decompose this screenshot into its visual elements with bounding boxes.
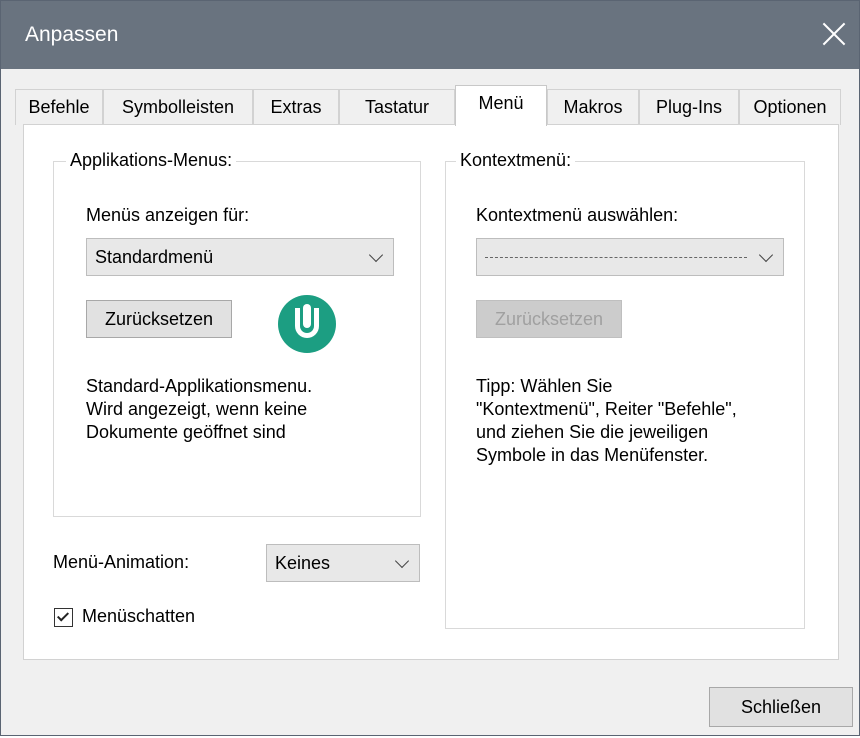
select-context-menu-label: Kontextmenü auswählen: <box>476 205 679 225</box>
show-menus-for-select[interactable]: Standardmenü <box>86 238 394 276</box>
context-menu-empty-value <box>485 257 747 258</box>
show-menus-for-value: Standardmenü <box>95 247 214 267</box>
tab-makros[interactable]: Makros <box>547 89 639 125</box>
tab-tastatur[interactable]: Tastatur <box>339 89 455 125</box>
reset-context-menu-button: Zurücksetzen <box>476 300 622 338</box>
context-menu-tip: Tipp: Wählen Sie "Kontextmenü", Reiter "… <box>476 376 737 465</box>
tab-plug-ins[interactable]: Plug-Ins <box>639 89 739 125</box>
menu-shadow-label: Menüschatten <box>82 606 196 626</box>
chevron-down-icon <box>758 247 774 263</box>
context-menu-group-title: Kontextmenü: <box>456 150 576 171</box>
reset-app-menu-button[interactable]: Zurücksetzen <box>86 300 232 338</box>
tab-befehle[interactable]: Befehle <box>15 89 103 125</box>
chevron-down-icon <box>368 247 384 263</box>
tab-menue[interactable]: Menü <box>455 85 547 126</box>
menu-shadow-checkbox[interactable] <box>54 608 73 627</box>
tab-extras[interactable]: Extras <box>253 89 339 125</box>
app-menus-group-title: Applikations-Menus: <box>66 150 237 171</box>
menu-animation-label: Menü-Animation: <box>53 552 190 572</box>
menu-animation-select[interactable]: Keines <box>266 544 420 582</box>
app-menu-description: Standard-Applikationsmenu. Wird angezeig… <box>86 376 313 442</box>
close-button[interactable]: Schließen <box>709 687 853 727</box>
title-bar: Anpassen <box>1 1 859 69</box>
menu-animation-value: Keines <box>275 553 331 573</box>
customize-dialog: Anpassen Befehle Symbolleisten Extras Ta… <box>0 0 860 736</box>
checkmark-icon <box>56 609 70 622</box>
altova-logo-icon <box>278 295 336 353</box>
close-icon[interactable] <box>813 13 855 55</box>
chevron-down-icon <box>394 553 410 569</box>
tab-symbolleisten[interactable]: Symbolleisten <box>103 89 253 125</box>
window-title: Anpassen <box>25 23 119 46</box>
context-menu-select[interactable] <box>476 238 784 276</box>
tab-page-menue: Applikations-Menus: Menüs anzeigen für: … <box>23 124 839 660</box>
tab-optionen[interactable]: Optionen <box>739 89 841 125</box>
show-menus-for-label: Menüs anzeigen für: <box>86 205 250 225</box>
